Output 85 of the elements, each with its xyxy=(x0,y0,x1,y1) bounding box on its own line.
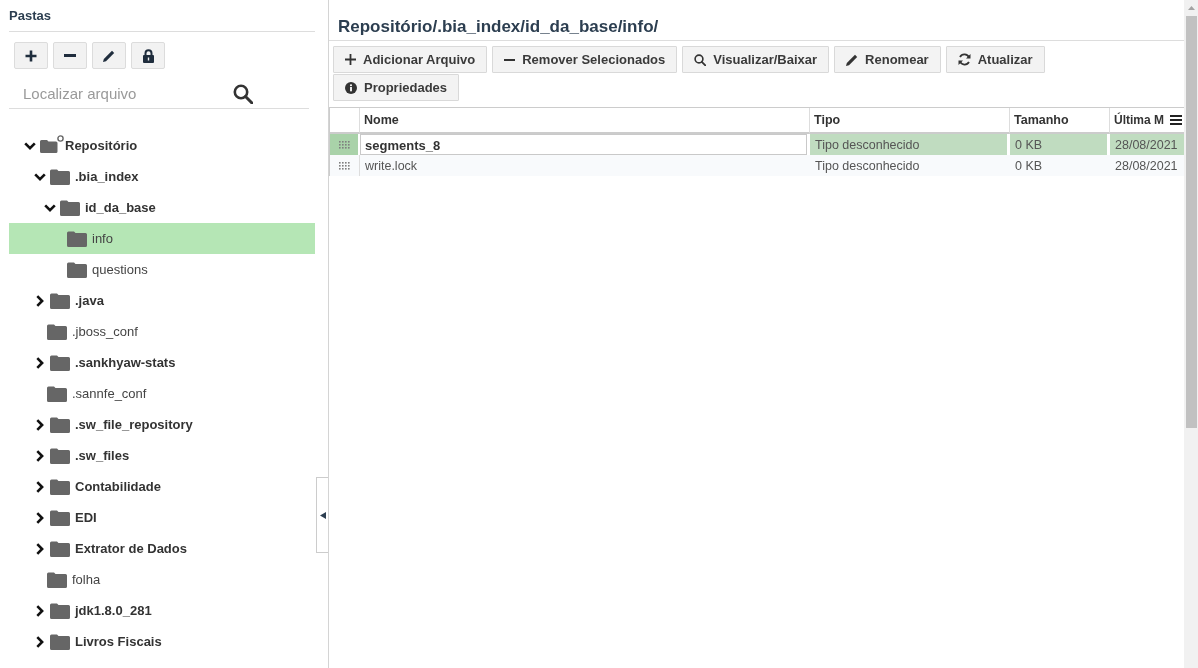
table-cell: 28/08/2021 xyxy=(1110,155,1184,176)
caret-right-icon[interactable] xyxy=(36,294,44,307)
caret-right-icon[interactable] xyxy=(36,604,44,617)
folder-icon xyxy=(47,571,67,588)
tree-item[interactable]: EDI xyxy=(9,502,315,533)
remove-selected-button[interactable]: Remover Selecionados xyxy=(492,46,678,73)
folder-icon xyxy=(50,354,70,371)
view-download-button[interactable]: Visualizar/Baixar xyxy=(682,46,830,73)
refresh-button[interactable]: Atualizar xyxy=(945,46,1045,73)
folder-icon xyxy=(50,602,70,619)
tree-item[interactable]: .jboss_conf xyxy=(9,316,315,347)
search-icon[interactable] xyxy=(233,84,253,104)
triangle-left-icon xyxy=(319,511,326,519)
table-cell: write.lock xyxy=(360,155,810,176)
folder-icon xyxy=(50,478,70,495)
refresh-icon xyxy=(957,53,971,66)
tree-item[interactable]: questions xyxy=(9,254,315,285)
add-button[interactable] xyxy=(14,42,48,69)
tree-item[interactable]: .sankhyaw-stats xyxy=(9,347,315,378)
remove-button[interactable] xyxy=(53,42,87,69)
folder-icon xyxy=(47,323,67,340)
caret-right-icon[interactable] xyxy=(36,480,44,493)
rename-button[interactable]: Renomear xyxy=(834,46,941,73)
tree-item[interactable]: Livros Fiscais xyxy=(9,626,315,657)
tree-item[interactable]: info xyxy=(9,223,315,254)
path-title: Repositório/.bia_index/id_da_base/info/ xyxy=(329,0,1184,41)
tree-item[interactable]: .java xyxy=(9,285,315,316)
search-icon xyxy=(694,53,707,66)
folder-icon xyxy=(67,261,87,278)
tree-item[interactable]: Contabilidade xyxy=(9,471,315,502)
caret-right-icon[interactable] xyxy=(36,635,44,648)
caret-right-icon[interactable] xyxy=(36,511,44,524)
minus-icon xyxy=(504,58,516,61)
folder-icon xyxy=(60,199,80,216)
folder-icon xyxy=(67,230,87,247)
lock-icon xyxy=(142,48,154,63)
lock-button[interactable] xyxy=(131,42,165,69)
table-cell: 28/08/2021 xyxy=(1110,134,1184,155)
caret-down-icon[interactable] xyxy=(24,141,36,150)
add-file-button[interactable]: Adicionar Arquivo xyxy=(333,46,488,73)
pencil-icon xyxy=(846,53,859,66)
pencil-icon xyxy=(103,49,115,62)
table-cell: 0 KB xyxy=(1010,134,1110,155)
collapse-handle[interactable] xyxy=(316,477,328,553)
plus-icon xyxy=(345,54,356,65)
properties-button[interactable]: Propriedades xyxy=(333,74,460,101)
folder-icon xyxy=(50,168,70,185)
tree-item[interactable]: Extrator de Dados xyxy=(9,533,315,564)
folder-icon xyxy=(50,509,70,526)
folder-icon xyxy=(50,292,70,309)
caret-down-icon[interactable] xyxy=(44,203,56,212)
caret-right-icon[interactable] xyxy=(36,542,44,555)
folder-icon xyxy=(50,633,70,650)
panel-title: Pastas xyxy=(9,0,315,32)
minus-icon xyxy=(64,54,76,57)
search-field[interactable]: Localizar arquivo xyxy=(9,79,309,109)
tree-item[interactable]: jdk1.8.0_281 xyxy=(9,595,315,626)
caret-right-icon[interactable] xyxy=(36,418,44,431)
folder-ring-icon xyxy=(40,134,64,153)
tree-item[interactable]: .bia_index xyxy=(9,161,315,192)
caret-down-icon[interactable] xyxy=(34,172,46,181)
tree-item[interactable]: folha xyxy=(9,564,315,595)
table-row[interactable]: write.lock Tipo desconhecido 0 KB 28/08/2021 xyxy=(330,155,1184,176)
table-cell: Tipo desconhecido xyxy=(810,155,1010,176)
table-cell: 0 KB xyxy=(1010,155,1110,176)
info-icon xyxy=(345,81,357,94)
drag-handle-icon[interactable] xyxy=(338,140,350,149)
folder-icon xyxy=(50,447,70,464)
folder-icon xyxy=(47,385,67,402)
edit-button[interactable] xyxy=(92,42,126,69)
tree-item[interactable]: .sw_file_repository xyxy=(9,409,315,440)
tree-item[interactable]: .sw_files xyxy=(9,440,315,471)
tree-item[interactable]: Repositório xyxy=(9,130,315,161)
tree-item[interactable]: id_da_base xyxy=(9,192,315,223)
rename-input[interactable]: segments_8 xyxy=(360,134,807,155)
folder-icon xyxy=(50,416,70,433)
menu-icon[interactable] xyxy=(1170,115,1182,125)
caret-right-icon[interactable] xyxy=(36,356,44,369)
caret-right-icon[interactable] xyxy=(36,449,44,462)
scrollbar[interactable] xyxy=(1184,0,1198,668)
drag-handle-icon[interactable] xyxy=(339,161,350,170)
folder-icon xyxy=(50,540,70,557)
tree-item[interactable]: .sannfe_conf xyxy=(9,378,315,409)
plus-icon xyxy=(25,49,37,62)
table-cell: Tipo desconhecido xyxy=(810,134,1010,155)
